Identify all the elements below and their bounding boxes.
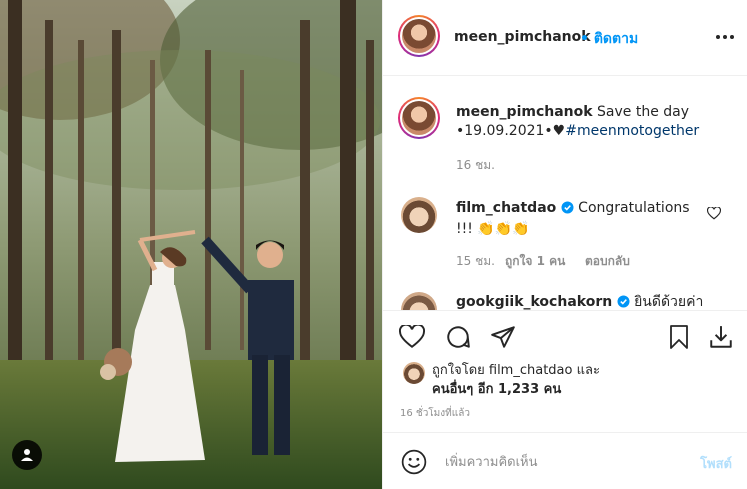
comment-author[interactable]: film_chatdao: [456, 200, 556, 216]
comment-likes-link[interactable]: ถูกใจ 1 คน: [505, 252, 565, 271]
emoji-button[interactable]: [399, 447, 429, 477]
author-username[interactable]: meen_pimchanok: [454, 29, 591, 45]
comment-input[interactable]: [445, 452, 675, 472]
follow-button[interactable]: • ติดตาม: [580, 28, 638, 50]
caption-time: 16 ชม.: [456, 158, 495, 172]
person-icon: [21, 449, 33, 461]
comment-text-line2: !!! 👏👏👏: [456, 221, 530, 237]
caption-text: Save the day: [597, 104, 690, 120]
post-header: meen_pimchanok • ติดตาม: [383, 0, 747, 76]
likes-line-2[interactable]: คนอื่นๆ อีก 1,233 คน: [432, 382, 561, 397]
post-actions: [383, 310, 747, 349]
caption-author[interactable]: meen_pimchanok: [456, 104, 593, 120]
comment-item: film_chatdao Congratulations !!! 👏👏👏: [456, 199, 716, 239]
download-button[interactable]: [706, 322, 736, 352]
comment-avatar[interactable]: [401, 197, 437, 233]
wedding-photo-image: [0, 0, 382, 489]
comment-avatar[interactable]: [401, 292, 437, 310]
caption: meen_pimchanok Save the day •19.09.2021•…: [456, 103, 736, 141]
save-button[interactable]: [664, 322, 694, 352]
caption-hashtag[interactable]: #meenmotogether: [565, 123, 699, 139]
emoji-smile-icon: [401, 449, 427, 475]
verified-badge-icon: [561, 201, 574, 220]
author-avatar[interactable]: [398, 15, 440, 57]
more-horizontal-icon: [716, 35, 734, 39]
share-button[interactable]: [488, 322, 518, 352]
bookmark-icon: [670, 325, 688, 349]
post-comment-button[interactable]: โพสต์: [700, 453, 732, 474]
caption-date: •19.09.2021•♥: [456, 123, 566, 139]
comment-text: ยินดีด้วยค่า: [634, 294, 704, 310]
verified-badge-icon: [617, 295, 630, 310]
heart-outline-icon: [399, 325, 425, 348]
likes-line-1[interactable]: ถูกใจโดย film_chatdao และ: [432, 363, 600, 378]
caption-author-avatar[interactable]: [398, 97, 440, 139]
comment-button[interactable]: [443, 322, 473, 352]
add-comment-bar: โพสต์: [383, 432, 747, 489]
comment-text: Congratulations: [578, 200, 690, 216]
comment-bubble-icon: [447, 326, 470, 348]
comment-time: 15 ชม.: [456, 254, 495, 268]
send-paper-plane-icon: [491, 326, 515, 348]
more-options-button[interactable]: [710, 22, 740, 52]
post-details-panel: meen_pimchanok • ติดตาม meen_pimchanok S…: [382, 0, 747, 489]
download-icon: [710, 326, 732, 348]
liker-avatar[interactable]: [403, 362, 425, 384]
heart-outline-icon: [707, 206, 721, 219]
comment-author[interactable]: gookgiik_kochakorn: [456, 294, 612, 310]
like-comment-button[interactable]: [699, 198, 729, 228]
post-photo[interactable]: [0, 0, 382, 489]
post-timestamp[interactable]: 16 ชั่วโมงที่แล้ว: [400, 406, 470, 421]
comment-item-partial: gookgiik_kochakorn ยินดีด้วยค่า: [383, 286, 747, 310]
comment-reply-button[interactable]: ตอบกลับ: [585, 252, 630, 271]
likes-summary[interactable]: ถูกใจโดย film_chatdao และ คนอื่นๆ อีก 1,…: [432, 361, 600, 399]
tagged-users-button[interactable]: [12, 440, 42, 470]
like-button[interactable]: [397, 322, 427, 352]
